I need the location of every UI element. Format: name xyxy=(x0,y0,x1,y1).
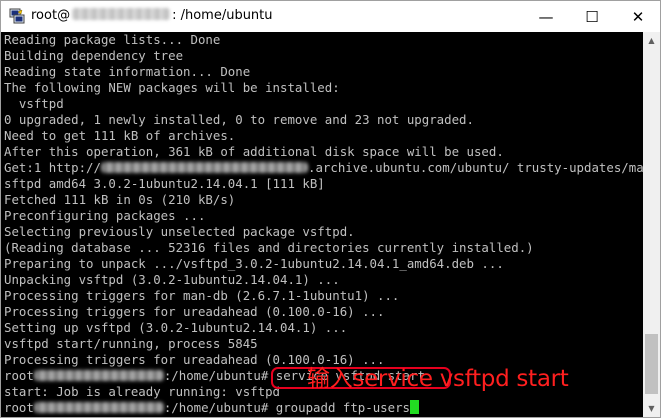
terminal-line: After this operation, 361 kB of addition… xyxy=(4,144,504,159)
redacted-text xyxy=(100,162,308,173)
window-title: root@ : /home/ubuntu xyxy=(31,8,273,23)
terminal-line: vsftpd xyxy=(4,96,64,111)
redacted-hostname xyxy=(33,402,164,413)
terminal-line: (Reading database ... 52316 files and di… xyxy=(4,240,534,255)
terminal-line: vsftpd start/running, process 5845 xyxy=(4,336,258,351)
title-bar[interactable]: root@ : /home/ubuntu — ☐ ✕ xyxy=(1,1,660,32)
terminal-line: sftpd amd64 3.0.2-1ubuntu2.14.04.1 [111 … xyxy=(4,176,325,191)
terminal-text: Get:1 http:// xyxy=(4,160,101,175)
terminal-line: Reading state information... Done xyxy=(4,64,251,79)
terminal-line: start: Job is already running: vsftpd xyxy=(4,384,281,399)
redacted-hostname xyxy=(72,8,171,20)
terminal-line: Processing triggers for ureadahead (0.10… xyxy=(4,304,385,319)
terminal-line: Building dependency tree xyxy=(4,48,184,63)
terminal-line: Preparing to unpack .../vsftpd_3.0.2-1ub… xyxy=(4,256,504,271)
minimize-icon: — xyxy=(538,7,554,26)
terminal-line: Fetched 111 kB in 0s (210 kB/s) xyxy=(4,192,236,207)
maximize-icon: ☐ xyxy=(585,7,599,26)
terminal-line: Setting up vsftpd (3.0.2-1ubuntu2.14.04.… xyxy=(4,320,348,335)
terminal-line: Preconfiguring packages ... xyxy=(4,208,206,223)
terminal-line: Processing triggers for man-db (2.6.7.1-… xyxy=(4,288,400,303)
maximize-button[interactable]: ☐ xyxy=(569,1,615,32)
redacted-hostname xyxy=(33,370,164,381)
scroll-down-arrow-icon[interactable]: ▼ xyxy=(643,400,660,417)
prompt-user: root xyxy=(4,368,34,383)
vertical-scrollbar[interactable]: ▲ ▼ xyxy=(643,32,660,417)
terminal-line: Get:1 http:// .archive.ubuntu.com/ubuntu/… xyxy=(4,160,643,176)
putty-window: root@ : /home/ubuntu — ☐ ✕ Reading packag… xyxy=(0,0,661,418)
terminal-text: .archive.ubuntu.com/ubuntu/ trusty-updat… xyxy=(307,160,643,175)
annotation-label: 输入service vsftpd start xyxy=(307,366,569,392)
title-path: : /home/ubuntu xyxy=(172,8,273,23)
terminal-line: Selecting previously unselected package … xyxy=(4,224,355,239)
terminal-line: Need to get 111 kB of archives. xyxy=(4,128,236,143)
terminal-line: Unpacking vsftpd (3.0.2-1ubuntu2.14.04.1… xyxy=(4,272,340,287)
terminal-text: :/home/ubuntu# groupadd ftp-users xyxy=(163,400,411,415)
title-user: root@ xyxy=(31,8,71,23)
close-icon: ✕ xyxy=(631,7,645,26)
terminal-line: 0 upgraded, 1 newly installed, 0 to remo… xyxy=(4,112,474,127)
terminal-prompt-line: root :/home/ubuntu# groupadd ftp-users xyxy=(4,400,420,416)
terminal-output[interactable]: Reading package lists... Done Building d… xyxy=(1,32,643,417)
close-button[interactable]: ✕ xyxy=(615,1,661,32)
scrollbar-thumb[interactable] xyxy=(645,334,658,394)
scroll-up-arrow-icon[interactable]: ▲ xyxy=(643,32,660,49)
putty-icon xyxy=(9,8,25,24)
terminal-line: The following NEW packages will be insta… xyxy=(4,80,340,95)
terminal-cursor xyxy=(410,400,420,414)
terminal-line: Reading package lists... Done xyxy=(4,32,221,47)
minimize-button[interactable]: — xyxy=(523,1,569,32)
prompt-user: root xyxy=(4,400,34,415)
